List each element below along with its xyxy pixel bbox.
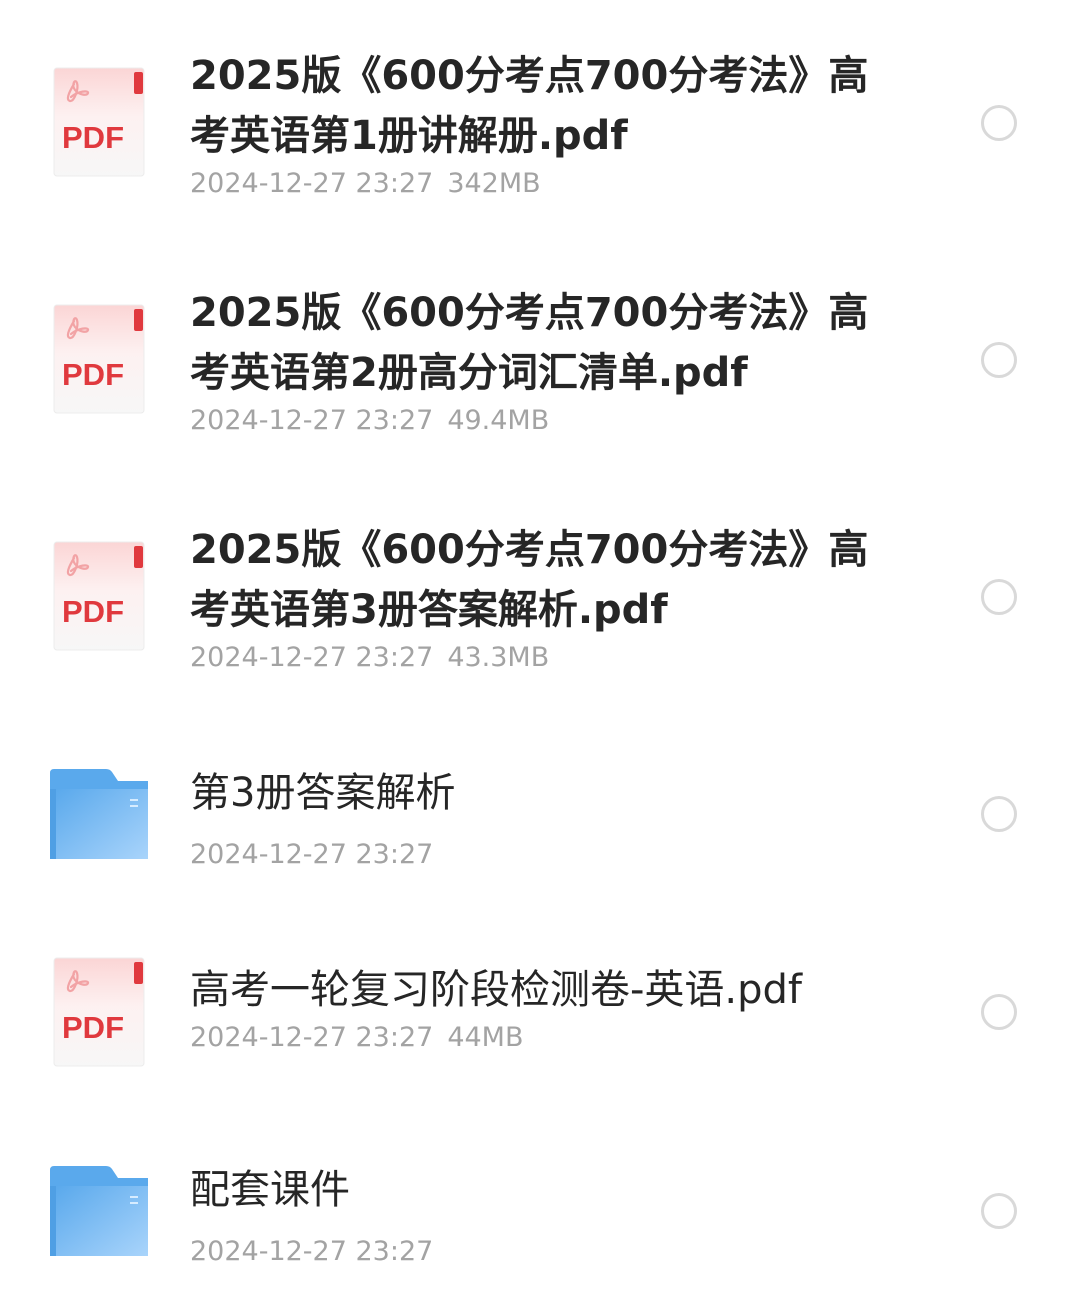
file-date: 2024-12-27 23:27 bbox=[190, 1022, 434, 1053]
file-row-4[interactable]: PDF 高考一轮复习阶段检测卷-英语.pdf 2024-12-27 23:27 4… bbox=[0, 940, 1070, 1070]
file-meta: 2024-12-27 23:27 bbox=[190, 1234, 880, 1270]
folder-icon bbox=[50, 769, 150, 879]
select-radio[interactable] bbox=[981, 1193, 1017, 1229]
file-name: 2025版《600分考点700分考法》高考英语第1册讲解册.pdf bbox=[190, 53, 869, 159]
file-info: 2025版《600分考点700分考法》高考英语第1册讲解册.pdf 2024-1… bbox=[190, 46, 880, 202]
pdf-icon-label: PDF bbox=[62, 1010, 124, 1045]
file-name: 2025版《600分考点700分考法》高考英语第3册答案解析.pdf bbox=[190, 527, 869, 633]
pdf-icon: PDF bbox=[50, 66, 150, 177]
file-meta: 2024-12-27 23:27 43.3MB bbox=[190, 640, 880, 676]
file-date: 2024-12-27 23:27 bbox=[190, 405, 434, 436]
pdf-icon-label: PDF bbox=[62, 120, 124, 155]
pdf-icon-label: PDF bbox=[62, 594, 124, 629]
file-meta: 2024-12-27 23:27 44MB bbox=[190, 1020, 880, 1056]
folder-info: 配套课件 2024-12-27 23:27 bbox=[190, 1160, 880, 1270]
select-radio[interactable] bbox=[981, 796, 1017, 832]
pdf-icon: PDF bbox=[50, 540, 150, 651]
file-date: 2024-12-27 23:27 bbox=[190, 839, 434, 870]
file-size: 43.3MB bbox=[447, 642, 550, 673]
select-radio[interactable] bbox=[981, 105, 1017, 141]
file-meta: 2024-12-27 23:27 342MB bbox=[190, 166, 880, 202]
pdf-icon: PDF bbox=[50, 303, 150, 414]
folder-info: 第3册答案解析 2024-12-27 23:27 bbox=[190, 763, 880, 873]
pdf-icon: PDF bbox=[50, 956, 150, 1067]
file-meta: 2024-12-27 23:27 49.4MB bbox=[190, 403, 880, 439]
file-row-3[interactable]: PDF 2025版《600分考点700分考法》高考英语第3册答案解析.pdf 2… bbox=[0, 514, 1070, 684]
file-list: PDF 2025版《600分考点700分考法》高考英语第1册讲解册.pdf 20… bbox=[0, 0, 1070, 1304]
file-info: 2025版《600分考点700分考法》高考英语第3册答案解析.pdf 2024-… bbox=[190, 520, 880, 676]
file-date: 2024-12-27 23:27 bbox=[190, 1236, 434, 1267]
file-size: 342MB bbox=[447, 168, 541, 199]
folder-row-1[interactable]: 第3册答案解析 2024-12-27 23:27 bbox=[0, 755, 1070, 875]
file-date: 2024-12-27 23:27 bbox=[190, 642, 434, 673]
file-meta: 2024-12-27 23:27 bbox=[190, 837, 880, 873]
select-radio[interactable] bbox=[981, 579, 1017, 615]
file-row-1[interactable]: PDF 2025版《600分考点700分考法》高考英语第1册讲解册.pdf 20… bbox=[0, 40, 1070, 210]
folder-name: 第3册答案解析 bbox=[190, 770, 456, 816]
file-size: 49.4MB bbox=[447, 405, 550, 436]
file-date: 2024-12-27 23:27 bbox=[190, 168, 434, 199]
pdf-icon-label: PDF bbox=[62, 357, 124, 392]
folder-name: 配套课件 bbox=[190, 1167, 350, 1213]
file-info: 2025版《600分考点700分考法》高考英语第2册高分词汇清单.pdf 202… bbox=[190, 283, 880, 439]
select-radio[interactable] bbox=[981, 994, 1017, 1030]
file-info: 高考一轮复习阶段检测卷-英语.pdf 2024-12-27 23:27 44MB bbox=[190, 960, 880, 1056]
file-row-2[interactable]: PDF 2025版《600分考点700分考法》高考英语第2册高分词汇清单.pdf… bbox=[0, 277, 1070, 447]
select-radio[interactable] bbox=[981, 342, 1017, 378]
file-name: 2025版《600分考点700分考法》高考英语第2册高分词汇清单.pdf bbox=[190, 290, 869, 396]
file-name: 高考一轮复习阶段检测卷-英语.pdf bbox=[190, 967, 803, 1013]
folder-icon bbox=[50, 1166, 150, 1276]
file-size: 44MB bbox=[447, 1022, 524, 1053]
folder-row-2[interactable]: 配套课件 2024-12-27 23:27 bbox=[0, 1152, 1070, 1272]
